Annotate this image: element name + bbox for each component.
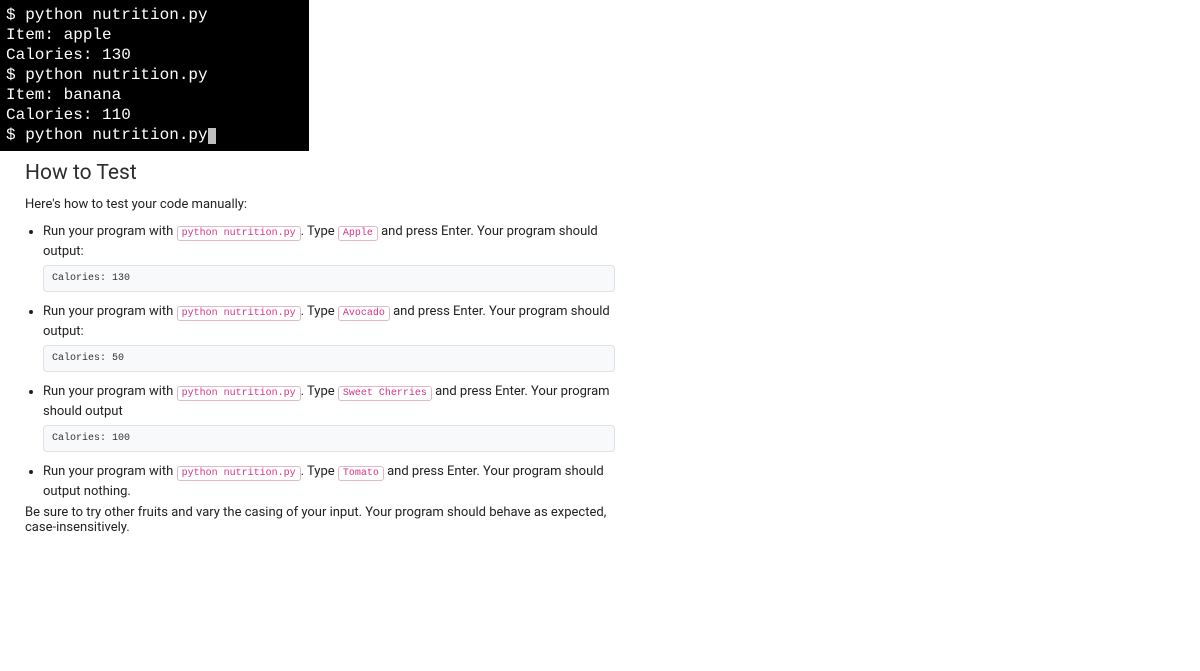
input-code: Apple [338, 226, 378, 241]
test-list: Run your program with python nutrition.p… [25, 222, 615, 501]
terminal-line: $ python nutrition.py [6, 6, 208, 24]
cmd-code: python nutrition.py [177, 466, 301, 481]
intro-text: Here's how to test your code manually: [25, 197, 615, 212]
test-item: Run your program with python nutrition.p… [43, 222, 615, 292]
cmd-code: python nutrition.py [177, 386, 301, 401]
terminal-line: Item: apple [6, 26, 112, 44]
terminal-line: Calories: 110 [6, 106, 131, 124]
cmd-code: python nutrition.py [177, 306, 301, 321]
input-code: Tomato [338, 466, 384, 481]
terminal-cursor [208, 128, 216, 144]
terminal-line: $ python nutrition.py [6, 66, 208, 84]
test-item: Run your program with python nutrition.p… [43, 382, 615, 452]
terminal-line: Item: banana [6, 86, 121, 104]
instructions-content: How to Test Here's how to test your code… [0, 151, 640, 535]
test-mid: . Type [301, 384, 338, 399]
footer-text: Be sure to try other fruits and vary the… [25, 505, 615, 535]
input-code: Sweet Cherries [338, 386, 432, 401]
test-pre: Run your program with [43, 384, 177, 399]
test-pre: Run your program with [43, 464, 177, 479]
expected-output: Calories: 100 [43, 425, 615, 452]
test-item: Run your program with python nutrition.p… [43, 302, 615, 372]
test-pre: Run your program with [43, 304, 177, 319]
terminal-line: Calories: 130 [6, 46, 131, 64]
expected-output: Calories: 50 [43, 345, 615, 372]
test-pre: Run your program with [43, 224, 177, 239]
cmd-code: python nutrition.py [177, 226, 301, 241]
input-code: Avocado [338, 306, 390, 321]
test-mid: . Type [301, 224, 338, 239]
test-item: Run your program with python nutrition.p… [43, 462, 615, 501]
section-heading: How to Test [25, 161, 615, 185]
test-mid: . Type [301, 304, 338, 319]
expected-output: Calories: 130 [43, 265, 615, 292]
test-mid: . Type [301, 464, 338, 479]
terminal-line: $ python nutrition.py [6, 126, 208, 144]
terminal-output: $ python nutrition.py Item: apple Calori… [0, 0, 309, 151]
